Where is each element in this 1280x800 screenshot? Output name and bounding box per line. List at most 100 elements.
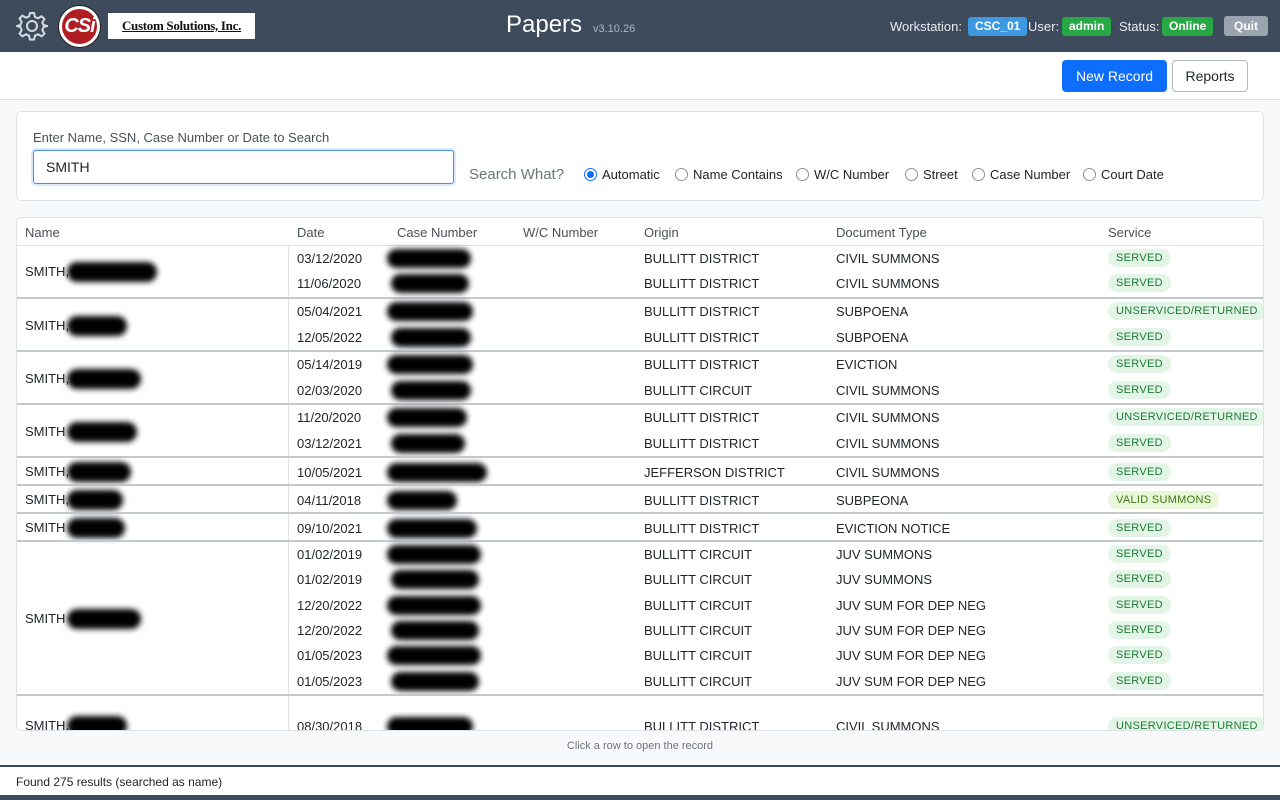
column-header-document-type[interactable]: Document Type — [836, 225, 927, 240]
column-header-origin[interactable]: Origin — [644, 225, 679, 240]
name-cell[interactable]: SMITH — [17, 514, 289, 540]
service-badge: SERVED — [1108, 545, 1171, 563]
table-row[interactable]: 05/04/2021 BULLITT DISTRICT SUBPOENA UNSERV… — [289, 299, 1263, 324]
table-row[interactable]: 03/12/2020 BULLITT DISTRICT CIVIL SUMMONS S… — [289, 246, 1263, 271]
origin-cell: BULLITT CIRCUIT — [644, 598, 753, 613]
table-row[interactable]: 03/12/2021 BULLITT DISTRICT CIVIL SUMMONS S… — [289, 431, 1263, 456]
table-header: Name Date Case Number W/C Number Origin … — [17, 218, 1263, 246]
record-group[interactable]: SMITH, 08/30/2018 BULLITT DISTRICT CIVIL SU… — [17, 694, 1263, 730]
search-input[interactable] — [33, 150, 454, 184]
column-header-date[interactable]: Date — [297, 225, 324, 240]
logo-text: CSi — [64, 15, 95, 37]
radio-dot[interactable] — [675, 168, 688, 181]
name-cell[interactable]: SMITH — [17, 542, 289, 694]
radio-court-date[interactable]: Court Date — [1083, 167, 1164, 182]
date-cell: 01/05/2023 — [297, 648, 363, 663]
party-name: SMITH, — [25, 318, 70, 333]
service-badge: SERVED — [1108, 463, 1171, 481]
table-row[interactable]: 02/03/2020 BULLITT CIRCUIT CIVIL SUMMONS SE… — [289, 378, 1263, 403]
radio-label: Automatic — [602, 167, 660, 182]
service-badge: SERVED — [1108, 519, 1171, 537]
click-hint: Click a row to open the record — [566, 740, 714, 752]
radio-case-number[interactable]: Case Number — [972, 167, 1070, 182]
column-header-wc-number[interactable]: W/C Number — [523, 225, 598, 240]
table-row[interactable]: 01/05/2023 BULLITT CIRCUIT JUV SUM FOR DEP… — [289, 643, 1263, 668]
name-cell[interactable]: SMITH, — [17, 246, 289, 297]
reports-button[interactable]: Reports — [1172, 60, 1248, 92]
case-number-redaction — [387, 408, 467, 427]
radio-dot[interactable] — [972, 168, 985, 181]
name-cell[interactable]: SMITH — [17, 405, 289, 456]
case-number-redaction — [391, 381, 471, 400]
radio-dot[interactable] — [905, 168, 918, 181]
radio-wc-number[interactable]: W/C Number — [796, 167, 889, 182]
record-group[interactable]: SMITH, 05/04/2021 BULLITT DISTRICT SUBPOENA… — [17, 297, 1263, 350]
record-group[interactable]: SMITH, 04/11/2018 BULLITT DISTRICT SUBPEONA… — [17, 484, 1263, 512]
radio-dot[interactable] — [584, 168, 597, 181]
column-header-case-number[interactable]: Case Number — [397, 225, 477, 240]
redaction-mark — [67, 716, 127, 730]
origin-cell: BULLITT DISTRICT — [644, 357, 760, 372]
case-number-redaction — [387, 355, 473, 374]
bottom-strip — [0, 795, 1280, 800]
new-record-button[interactable]: New Record — [1062, 60, 1167, 92]
service-badge: SERVED — [1108, 381, 1171, 399]
redaction-mark — [67, 462, 131, 482]
name-cell[interactable]: SMITH, — [17, 352, 289, 403]
column-header-service[interactable]: Service — [1108, 225, 1151, 240]
table-row[interactable]: 08/30/2018 BULLITT DISTRICT CIVIL SUMMONS U… — [289, 714, 1263, 730]
origin-cell: BULLITT DISTRICT — [644, 276, 760, 291]
table-row[interactable]: 11/20/2020 BULLITT DISTRICT CIVIL SUMMONS U… — [289, 405, 1263, 430]
table-row[interactable]: 10/05/2021 JEFFERSON DISTRICT CIVIL SUMMON… — [289, 460, 1263, 485]
service-badge: SERVED — [1108, 570, 1171, 588]
quit-button[interactable]: Quit — [1224, 16, 1268, 36]
origin-cell: BULLITT DISTRICT — [644, 251, 760, 266]
case-number-redaction — [387, 491, 457, 510]
table-row[interactable]: 12/20/2022 BULLITT CIRCUIT JUV SUM FOR DEP… — [289, 593, 1263, 618]
name-cell[interactable]: SMITH, — [17, 486, 289, 512]
app-header: CSi Custom Solutions, Inc. Papers v3.10.… — [0, 0, 1280, 52]
record-group[interactable]: SMITH 01/02/2019 BULLITT CIRCUIT JUV SUMMON… — [17, 540, 1263, 694]
column-header-name[interactable]: Name — [25, 225, 60, 240]
search-panel: Enter Name, SSN, Case Number or Date to … — [16, 111, 1264, 201]
radio-automatic[interactable]: Automatic — [584, 167, 660, 182]
document-type-cell: CIVIL SUMMONS — [836, 465, 940, 480]
redaction-mark — [67, 422, 137, 442]
table-row[interactable]: 11/06/2020 BULLITT DISTRICT CIVIL SUMMONS S… — [289, 271, 1263, 296]
table-row[interactable]: 05/14/2019 BULLITT DISTRICT EVICTION SERVED — [289, 352, 1263, 377]
record-group[interactable]: SMITH, 10/05/2021 JEFFERSON DISTRICT CIVIL … — [17, 456, 1263, 484]
name-cell[interactable]: SMITH, — [17, 299, 289, 350]
redaction-mark — [67, 609, 141, 629]
case-number-redaction — [387, 596, 481, 615]
table-row[interactable]: 12/05/2022 BULLITT DISTRICT SUBPOENA SERVED — [289, 325, 1263, 350]
document-type-cell: CIVIL SUMMONS — [836, 436, 940, 451]
origin-cell: BULLITT CIRCUIT — [644, 648, 753, 663]
radio-dot[interactable] — [1083, 168, 1096, 181]
record-group[interactable]: SMITH, 03/12/2020 BULLITT DISTRICT CIVIL SU… — [17, 246, 1263, 297]
record-group[interactable]: SMITH, 05/14/2019 BULLITT DISTRICT EVICTION… — [17, 350, 1263, 403]
record-group[interactable]: SMITH 09/10/2021 BULLITT DISTRICT EVICTION … — [17, 512, 1263, 540]
radio-street[interactable]: Street — [905, 167, 958, 182]
radio-dot[interactable] — [796, 168, 809, 181]
origin-cell: BULLITT CIRCUIT — [644, 572, 753, 587]
party-name: SMITH — [25, 520, 66, 535]
origin-cell: BULLITT DISTRICT — [644, 330, 760, 345]
table-row[interactable]: 09/10/2021 BULLITT DISTRICT EVICTION NOTIC… — [289, 516, 1263, 541]
name-cell[interactable]: SMITH, — [17, 458, 289, 484]
document-type-cell: CIVIL SUMMONS — [836, 251, 940, 266]
radio-name-contains[interactable]: Name Contains — [675, 167, 783, 182]
table-row[interactable]: 01/02/2019 BULLITT CIRCUIT JUV SUMMONS SERV… — [289, 567, 1263, 592]
service-badge: SERVED — [1108, 434, 1171, 452]
app-version: v3.10.26 — [593, 23, 636, 35]
table-row[interactable]: 01/05/2023 BULLITT CIRCUIT JUV SUM FOR DEP… — [289, 669, 1263, 694]
case-number-redaction — [391, 570, 479, 589]
record-group[interactable]: SMITH 11/20/2020 BULLITT DISTRICT CIVIL SUM… — [17, 403, 1263, 456]
table-row[interactable]: 12/20/2022 BULLITT CIRCUIT JUV SUM FOR DEP… — [289, 618, 1263, 643]
service-badge: SERVED — [1108, 621, 1171, 639]
name-cell[interactable]: SMITH, — [17, 696, 289, 730]
service-badge: SERVED — [1108, 672, 1171, 690]
gear-icon[interactable] — [13, 10, 51, 42]
table-row[interactable]: 01/02/2019 BULLITT CIRCUIT JUV SUMMONS SERV… — [289, 542, 1263, 567]
table-row[interactable]: 04/11/2018 BULLITT DISTRICT SUBPEONA VALID … — [289, 488, 1263, 513]
case-number-redaction — [387, 646, 481, 665]
